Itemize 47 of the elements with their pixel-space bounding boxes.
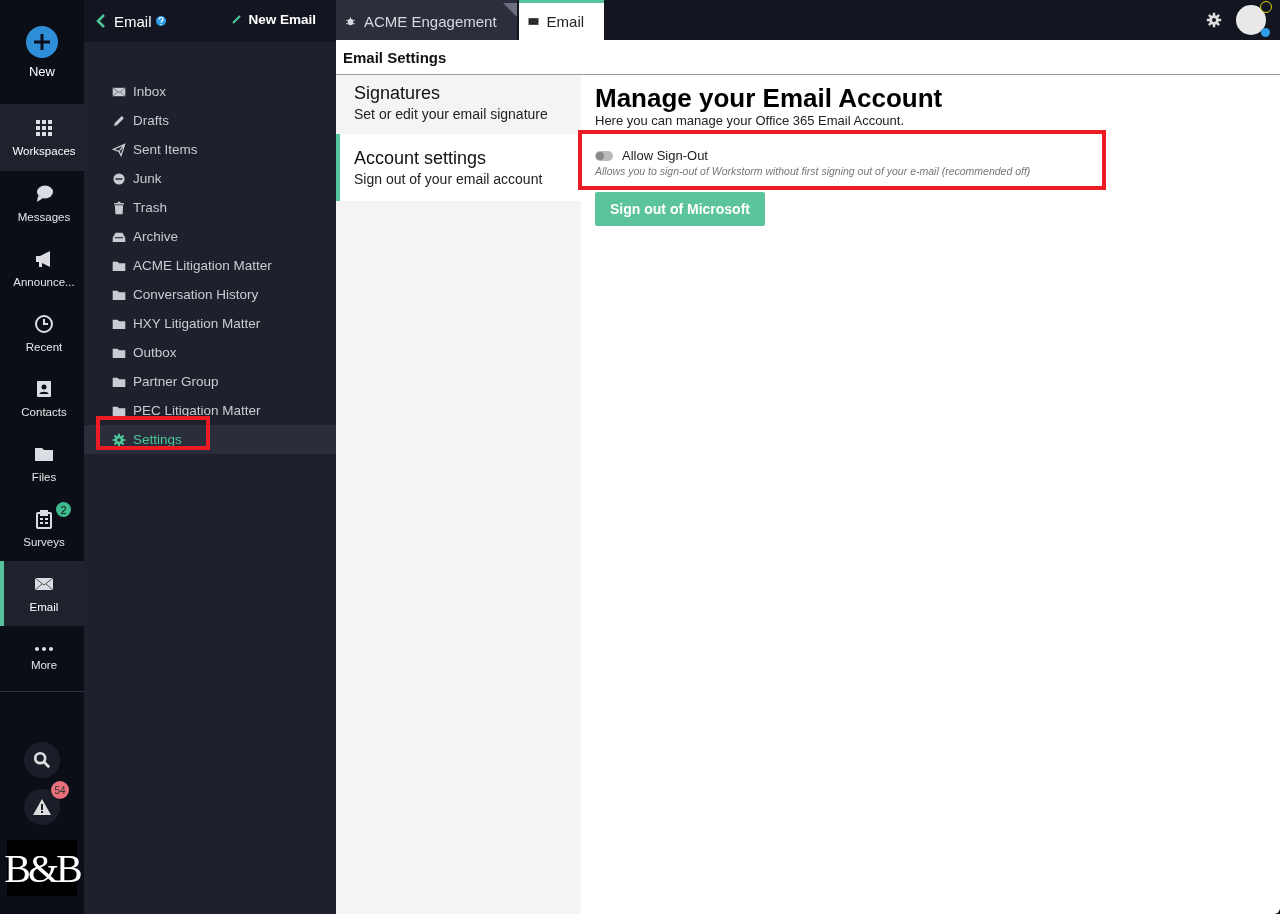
folder-item[interactable]: Outbox	[84, 338, 336, 367]
gear-icon	[1206, 12, 1222, 28]
nav-item[interactable]: Workspaces	[0, 104, 84, 171]
envelope-icon	[527, 16, 539, 27]
alerts-count: 54	[51, 781, 69, 799]
folder-item[interactable]: HXY Litigation Matter	[84, 309, 336, 338]
panel-title: Email	[114, 12, 152, 30]
history-icon	[34, 314, 54, 334]
contact-card-icon	[34, 379, 54, 399]
intro-text: Here you can manage your Office 365 Email Account.	[595, 113, 906, 128]
bug-icon	[345, 16, 356, 27]
folder-item[interactable]: Conversation History	[84, 280, 336, 309]
notification-badge: 2	[56, 502, 71, 517]
paper-plane-icon	[112, 142, 126, 157]
folder-item[interactable]: Trash	[84, 193, 336, 222]
search-icon	[33, 751, 51, 769]
folder-item[interactable]: ACME Litigation Matter	[84, 251, 336, 280]
folder-item[interactable]: Junk	[84, 164, 336, 193]
tab[interactable]: Email	[518, 0, 605, 40]
pencil-icon	[112, 113, 126, 128]
folder-item[interactable]: PEC Litigation Matter	[84, 396, 336, 425]
section-heading: Manage your Email Account	[595, 83, 944, 113]
clipboard-icon	[34, 509, 54, 529]
grid-icon	[34, 118, 54, 138]
trash-icon	[112, 200, 126, 215]
folder-item[interactable]: Inbox	[84, 77, 336, 106]
pencil-icon	[232, 14, 243, 24]
settings-section-item[interactable]: Account settings Sign out of your email account	[336, 134, 581, 201]
user-avatar[interactable]	[1236, 5, 1266, 35]
warning-icon	[32, 797, 52, 817]
toggle-label: Allow Sign-Out	[622, 148, 708, 163]
gear-icon	[112, 432, 126, 447]
folder-item[interactable]: Archive	[84, 222, 336, 251]
more-icon	[34, 646, 54, 652]
folder-item[interactable]: Sent Items	[84, 135, 336, 164]
nav-item[interactable]: Email	[0, 561, 84, 626]
folder-item[interactable]: Drafts	[84, 106, 336, 135]
minus-circle-icon	[112, 171, 126, 186]
folder-item[interactable]: Partner Group	[84, 367, 336, 396]
chat-bubble-icon	[34, 184, 54, 204]
plus-icon	[26, 25, 58, 58]
toggle-switch[interactable]	[595, 150, 613, 161]
search-button[interactable]	[24, 742, 60, 778]
toggle-description: Allows you to sign-out of Workstorm without first signing out of your e-mail (recommended off)	[595, 165, 1032, 177]
folder-item[interactable]: Settings	[84, 425, 336, 454]
tab[interactable]: ACME Engagement	[336, 0, 517, 40]
new-email-button[interactable]: New Email	[232, 11, 328, 31]
